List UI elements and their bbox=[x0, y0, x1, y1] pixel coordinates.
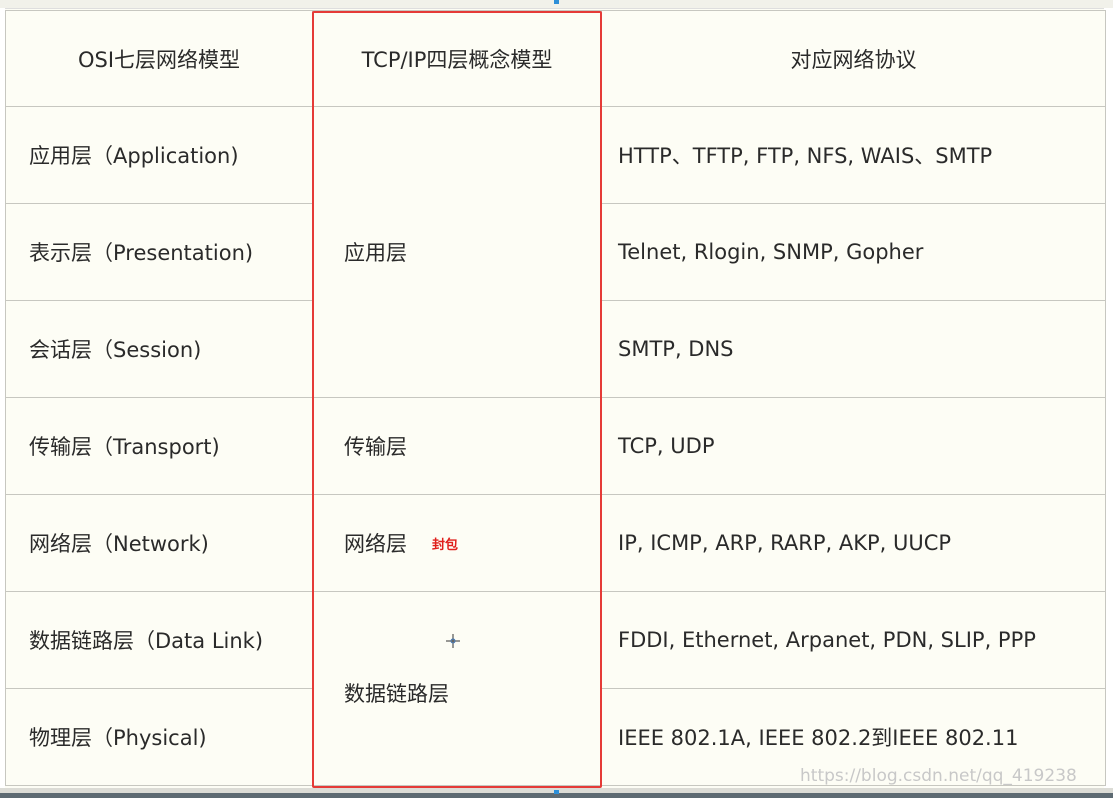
table-row: 传输层（Transport) 传输层 TCP, UDP bbox=[5, 397, 1106, 495]
osi-layer-cell: 表示层（Presentation) bbox=[5, 203, 313, 301]
crosshair-cursor-icon bbox=[446, 634, 460, 648]
table-row: 数据链路层（Data Link) 数据链路层 FDDI, Ethernet, A… bbox=[5, 591, 1106, 786]
tcpip-layer-cell: 应用层 bbox=[312, 106, 602, 398]
osi-layer-cell: 网络层（Network) bbox=[5, 494, 313, 592]
protocol-cell: SMTP, DNS bbox=[601, 300, 1106, 398]
protocol-cell: HTTP、TFTP, FTP, NFS, WAIS、SMTP bbox=[601, 106, 1106, 204]
table-row: 应用层（Application) 应用层 HTTP、TFTP, FTP, NFS… bbox=[5, 106, 1106, 398]
header-protocols: 对应网络协议 bbox=[601, 10, 1106, 107]
osi-layer-cell: 会话层（Session) bbox=[5, 300, 313, 398]
bottom-handle[interactable] bbox=[554, 790, 559, 794]
protocol-cell: TCP, UDP bbox=[601, 397, 1106, 495]
osi-layer-cell: 传输层（Transport) bbox=[5, 397, 313, 495]
table-row: 网络层（Network) 网络层 IP, ICMP, ARP, RARP, AK… bbox=[5, 494, 1106, 592]
top-handle[interactable] bbox=[554, 0, 559, 4]
protocol-cell: IP, ICMP, ARP, RARP, AKP, UUCP bbox=[601, 494, 1106, 592]
protocol-cell: Telnet, Rlogin, SNMP, Gopher bbox=[601, 203, 1106, 301]
protocol-cell: FDDI, Ethernet, Arpanet, PDN, SLIP, PPP bbox=[601, 591, 1106, 689]
tcpip-layer-label: 数据链路层 bbox=[344, 682, 449, 706]
network-model-table: OSI七层网络模型 TCP/IP四层概念模型 对应网络协议 应用层（Applic… bbox=[5, 10, 1106, 786]
osi-layer-cell: 应用层（Application) bbox=[5, 106, 313, 204]
header-tcpip-model: TCP/IP四层概念模型 bbox=[312, 10, 602, 107]
table-header-row: OSI七层网络模型 TCP/IP四层概念模型 对应网络协议 bbox=[5, 10, 1106, 107]
watermark: https://blog.csdn.net/qq_419238 bbox=[800, 766, 1077, 786]
packet-annotation: 封包 bbox=[432, 538, 459, 553]
header-osi-model: OSI七层网络模型 bbox=[5, 10, 313, 107]
tcpip-layer-cell: 数据链路层 bbox=[312, 591, 602, 786]
osi-layer-cell: 物理层（Physical) bbox=[5, 688, 313, 786]
tcpip-layer-cell: 传输层 bbox=[312, 397, 602, 495]
osi-layer-cell: 数据链路层（Data Link) bbox=[5, 591, 313, 689]
